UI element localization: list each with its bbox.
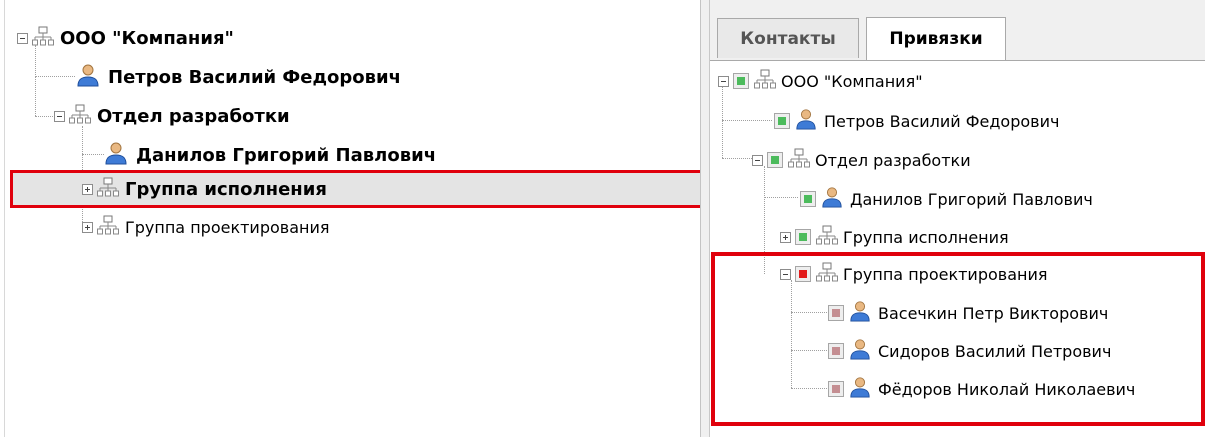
tree-node-org[interactable]: Отдел разработки bbox=[752, 148, 971, 172]
tree-node-label: Отдел разработки bbox=[97, 105, 290, 127]
tree-node-label: Группа проектирования bbox=[125, 217, 330, 237]
org-structure-icon bbox=[788, 148, 810, 172]
check-state-green bbox=[799, 233, 807, 241]
checkbox[interactable] bbox=[800, 191, 816, 207]
check-state-green bbox=[778, 117, 786, 125]
panel-splitter[interactable] bbox=[701, 0, 710, 437]
org-structure-icon bbox=[32, 26, 54, 50]
tree-line bbox=[722, 120, 772, 121]
org-structure-icon bbox=[97, 215, 119, 239]
tree-node-person[interactable]: Данилов Григорий Павлович bbox=[104, 141, 436, 169]
expand-toggle[interactable] bbox=[82, 221, 93, 233]
checkbox[interactable] bbox=[774, 113, 790, 129]
panel-border bbox=[4, 0, 5, 437]
tree-node-label: Группа исполнения bbox=[843, 227, 1009, 247]
tree-line bbox=[722, 120, 723, 158]
tree-node-label: Данилов Григорий Павлович bbox=[136, 144, 437, 166]
tree-line bbox=[764, 197, 798, 198]
tree-line bbox=[722, 158, 752, 159]
check-state-green bbox=[737, 77, 745, 85]
tree-node-label: ООО "Компания" bbox=[60, 27, 234, 49]
check-state-green bbox=[804, 195, 812, 203]
tree-node-org[interactable]: Отдел разработки bbox=[54, 104, 290, 128]
tree-node-org[interactable]: Группа исполнения bbox=[780, 225, 1009, 249]
person-icon bbox=[821, 186, 843, 212]
tree-node-person[interactable]: Данилов Григорий Павлович bbox=[800, 186, 1093, 212]
collapse-toggle[interactable] bbox=[54, 110, 65, 122]
checkbox[interactable] bbox=[795, 229, 811, 245]
expand-toggle[interactable] bbox=[780, 231, 791, 243]
org-structure-icon bbox=[816, 225, 838, 249]
collapse-toggle[interactable] bbox=[752, 154, 763, 166]
collapse-toggle[interactable] bbox=[17, 32, 28, 44]
tab-contacts[interactable]: Контакты bbox=[717, 18, 859, 58]
tree-node-org[interactable]: Группа проектирования bbox=[82, 215, 330, 239]
person-icon bbox=[104, 141, 128, 169]
highlight-box-group bbox=[711, 252, 1205, 426]
tree-node-person[interactable]: Петров Василий Федорович bbox=[774, 108, 1059, 134]
org-structure-icon bbox=[754, 69, 776, 93]
tree-node-label: ООО "Компания" bbox=[781, 71, 923, 91]
tab-bar: Контакты Привязки bbox=[710, 0, 1205, 61]
tree-node-label: Петров Василий Федорович bbox=[108, 66, 402, 88]
tree-line bbox=[35, 76, 36, 116]
person-icon bbox=[795, 108, 817, 134]
checkbox[interactable] bbox=[733, 73, 749, 89]
tree-line bbox=[82, 154, 104, 155]
left-tree-panel: ООО "Компания" Петров Василий Федорович … bbox=[0, 0, 703, 437]
tree-node-label: Петров Василий Федорович bbox=[824, 111, 1060, 131]
highlight-box-selected-node bbox=[10, 170, 706, 208]
tree-node-label: Данилов Григорий Павлович bbox=[850, 189, 1093, 209]
check-state-green bbox=[771, 156, 779, 164]
org-structure-icon bbox=[69, 104, 91, 128]
tree-line bbox=[35, 116, 55, 117]
collapse-toggle[interactable] bbox=[718, 75, 729, 87]
person-icon bbox=[76, 63, 100, 91]
tree-line bbox=[35, 76, 75, 77]
tree-node-root[interactable]: ООО "Компания" bbox=[17, 26, 234, 50]
checkbox[interactable] bbox=[767, 152, 783, 168]
tree-node-label: Отдел разработки bbox=[815, 150, 971, 170]
tab-bindings[interactable]: Привязки bbox=[866, 17, 1006, 60]
tree-node-person[interactable]: Петров Василий Федорович bbox=[76, 63, 401, 91]
tree-node-root[interactable]: ООО "Компания" bbox=[718, 69, 923, 93]
